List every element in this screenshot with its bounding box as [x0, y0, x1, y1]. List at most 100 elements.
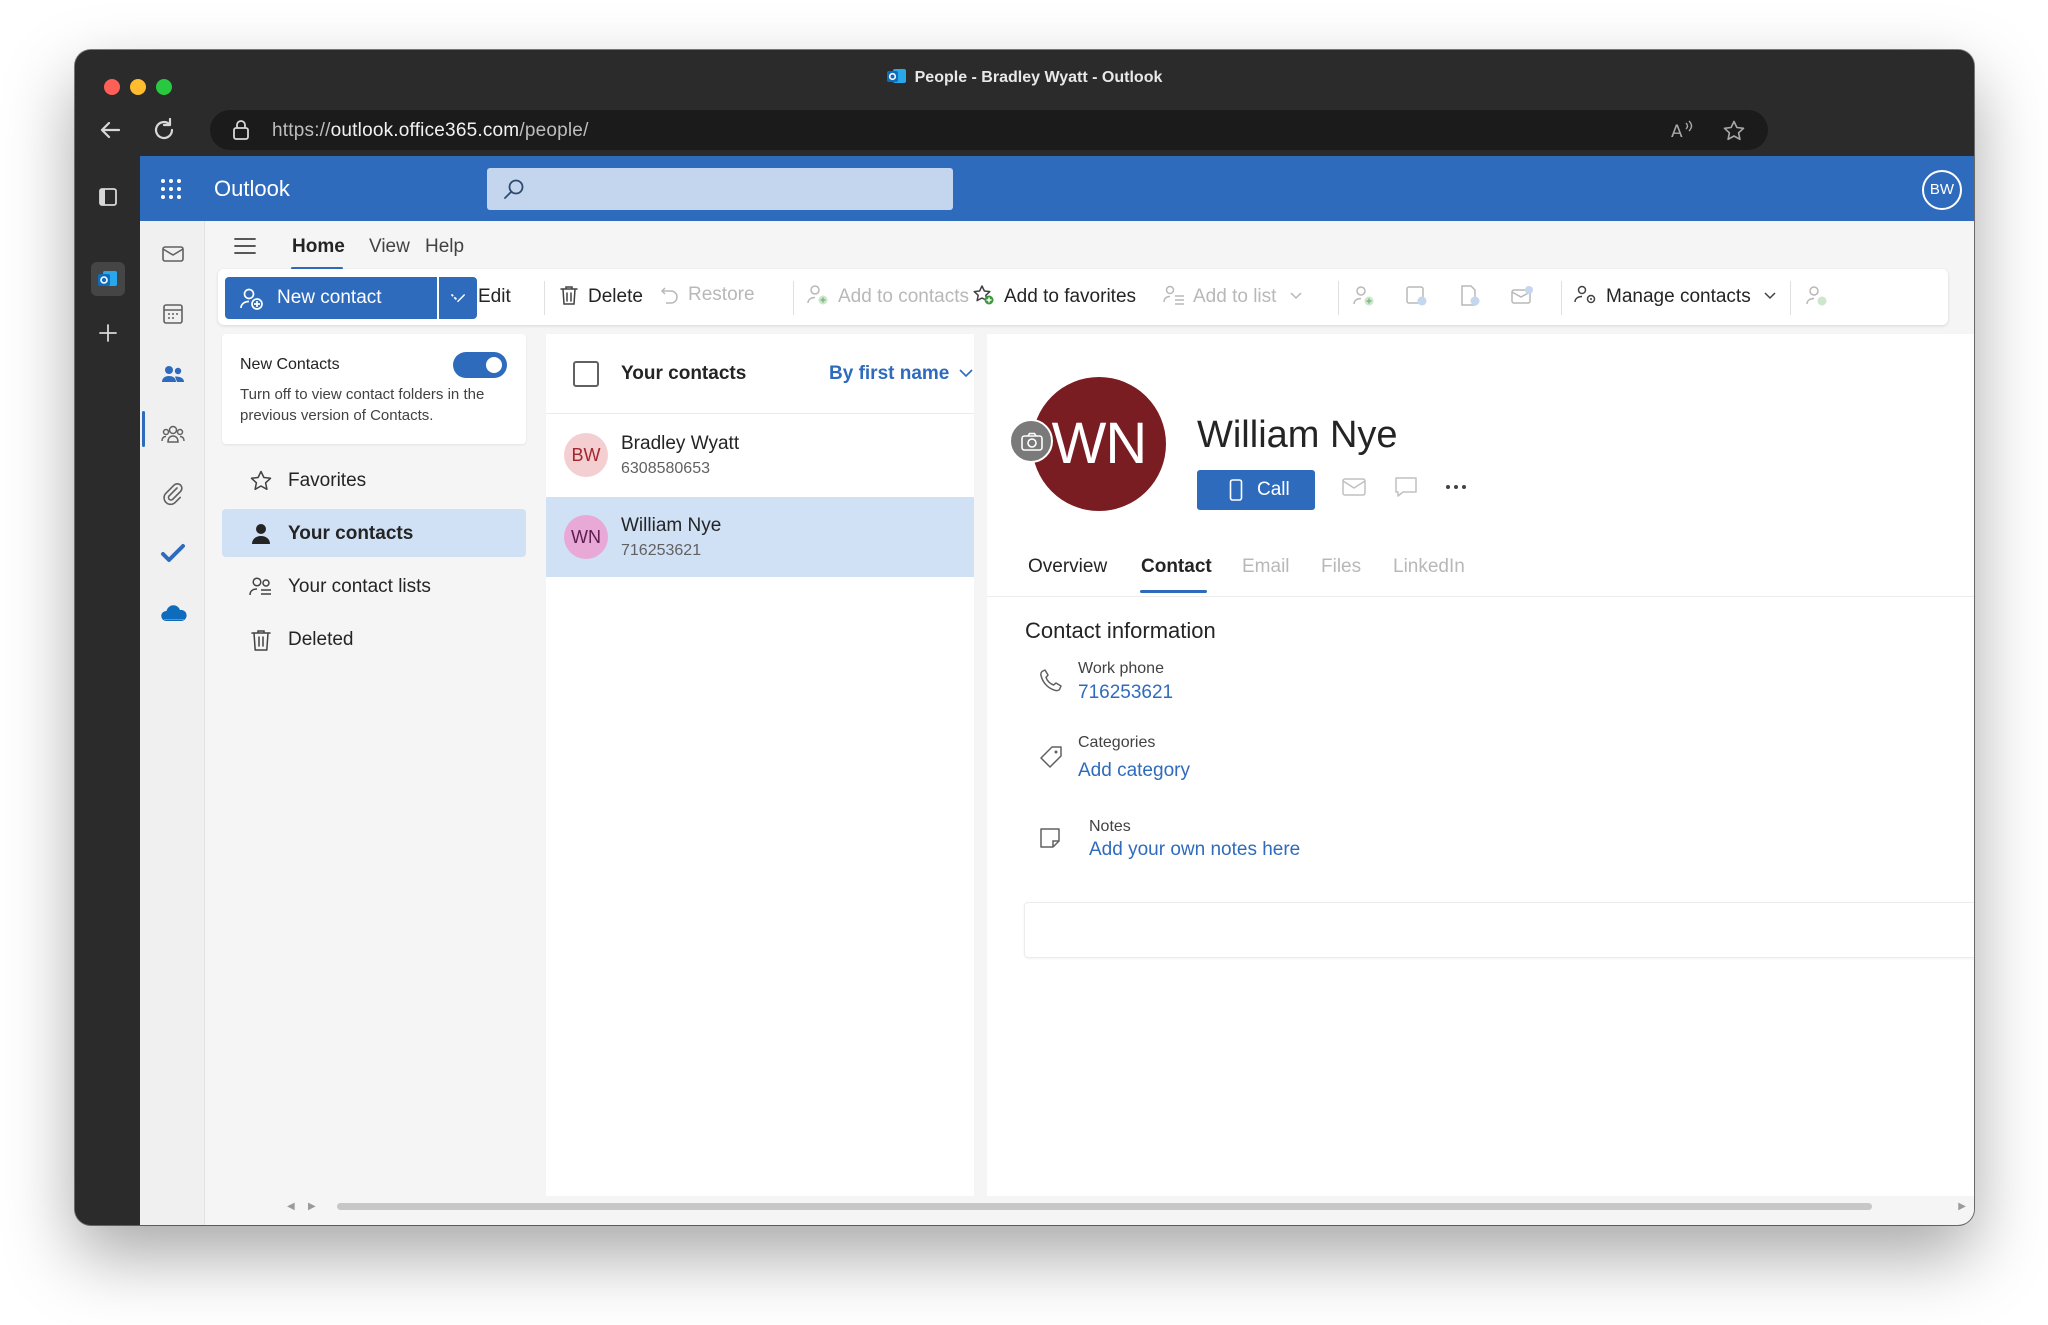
outlook-tab-icon[interactable] [91, 262, 125, 296]
read-aloud-icon[interactable]: A [1670, 119, 1694, 141]
add-person-disabled-icon[interactable] [1351, 284, 1377, 308]
avatar: WN [564, 515, 608, 559]
add-to-contacts-button[interactable]: Add to contacts [806, 284, 969, 308]
mail-icon[interactable] [160, 241, 186, 267]
nav-item-your-contacts[interactable]: Your contacts [222, 509, 526, 557]
people-list-icon [249, 575, 273, 599]
work-phone-link[interactable]: 716253621 [1078, 682, 1173, 704]
search-icon [503, 178, 525, 200]
list-title: Your contacts [621, 363, 747, 384]
scroll-right-icon[interactable]: ▶ [308, 1201, 316, 1212]
tab-email[interactable]: Email [1242, 556, 1290, 578]
account-avatar[interactable]: BW [1922, 170, 1962, 210]
scrollbar-thumb[interactable] [337, 1203, 1872, 1210]
contact-phone: 716253621 [621, 542, 702, 559]
email-disabled-icon[interactable] [1510, 284, 1536, 308]
contact-name: Bradley Wyatt [621, 433, 740, 454]
tab-help[interactable]: Help [425, 236, 464, 258]
ribbon-tabs: Home View Help [205, 221, 1974, 271]
scroll-right-end-icon[interactable]: ▶ [1958, 1201, 1966, 1212]
command-bar: New contact Edit Delete Restore Add to c… [218, 269, 1948, 325]
divider [544, 281, 545, 315]
nav-item-favorites[interactable]: Favorites [222, 456, 526, 504]
new-contacts-toggle[interactable] [453, 352, 507, 378]
app-rail [140, 221, 205, 1225]
chat-disabled-icon[interactable] [1404, 284, 1430, 308]
categories-label: Categories [1078, 734, 1156, 751]
hamburger-menu-icon[interactable] [234, 237, 256, 255]
onedrive-icon[interactable] [160, 601, 187, 627]
tab-actions-icon[interactable] [91, 180, 125, 214]
divider [987, 596, 1974, 597]
horizontal-scrollbar[interactable]: ◀ ▶ ▶ [222, 1196, 1974, 1216]
contact-detail-pane: WN William Nye Call Overview Contact Ema… [987, 334, 1974, 1202]
add-to-list-button[interactable]: Add to list [1163, 284, 1302, 308]
pencil-icon [448, 284, 470, 306]
notes-label: Notes [1089, 818, 1131, 835]
lock-icon [232, 120, 250, 140]
rail-active-indicator [142, 411, 145, 447]
contacts-list: Your contacts By first name BW Bradley W… [546, 334, 974, 1202]
manage-contacts-button[interactable]: Manage contacts [1574, 284, 1776, 308]
search-input[interactable] [487, 168, 953, 210]
people-sync-disabled-icon[interactable] [1804, 284, 1830, 308]
tab-home[interactable]: Home [292, 236, 345, 258]
new-tab-icon[interactable] [91, 316, 125, 350]
chat-icon[interactable] [1394, 476, 1418, 498]
select-all-checkbox[interactable] [573, 361, 599, 387]
contact-row[interactable]: BW Bradley Wyatt 6308580653 [546, 415, 974, 495]
avatar: BW [564, 433, 608, 477]
chevron-down-icon [959, 369, 973, 378]
todo-icon[interactable] [160, 541, 186, 567]
contact-phone: 6308580653 [621, 460, 710, 477]
notes-input[interactable]: Add your own notes here [1089, 839, 1300, 861]
list-header: Your contacts By first name [546, 334, 974, 414]
svg-text:A: A [1671, 122, 1683, 141]
delete-button[interactable]: Delete [558, 284, 643, 308]
restore-button[interactable]: Restore [660, 284, 755, 306]
phone-icon [1039, 668, 1063, 692]
mail-icon[interactable] [1342, 478, 1366, 496]
document-disabled-icon[interactable] [1457, 284, 1483, 308]
tab-view[interactable]: View [369, 236, 410, 258]
title-bar: People - Bradley Wyatt - Outlook [75, 50, 1974, 104]
camera-icon[interactable] [1009, 419, 1053, 463]
divider [793, 281, 794, 315]
favorite-star-icon[interactable] [1722, 119, 1746, 143]
edit-button[interactable]: Edit [448, 284, 511, 308]
more-options-icon[interactable] [1445, 484, 1467, 490]
people-icon[interactable] [160, 361, 186, 387]
tab-contact[interactable]: Contact [1141, 556, 1212, 578]
star-add-icon [972, 284, 996, 306]
browser-window: People - Bradley Wyatt - Outlook https:/… [75, 50, 1974, 1225]
browser-toolbar: https://outlook.office365.com/people/ A [75, 104, 1974, 156]
person-icon [249, 522, 273, 546]
nav-item-deleted[interactable]: Deleted [222, 615, 526, 663]
section-title: Contact information [1025, 618, 1216, 643]
sort-dropdown[interactable]: By first name [829, 363, 973, 385]
tab-overview[interactable]: Overview [1028, 556, 1107, 578]
reload-icon[interactable] [150, 116, 178, 144]
groups-icon[interactable] [160, 421, 186, 447]
add-category-link[interactable]: Add category [1078, 760, 1190, 782]
calendar-icon[interactable] [160, 301, 186, 327]
app-launcher-icon[interactable] [159, 177, 183, 201]
contact-row[interactable]: WN William Nye 716253621 [546, 497, 974, 577]
scroll-left-icon[interactable]: ◀ [287, 1201, 295, 1212]
add-to-favorites-button[interactable]: Add to favorites [972, 284, 1136, 308]
call-button[interactable]: Call [1197, 470, 1315, 510]
url-text: https://outlook.office365.com/people/ [272, 120, 589, 141]
note-icon [1039, 827, 1061, 849]
trash-icon [249, 628, 273, 652]
tab-files[interactable]: Files [1321, 556, 1361, 578]
new-contact-button[interactable]: New contact [225, 277, 437, 319]
divider [1338, 281, 1339, 315]
attachment-icon[interactable] [160, 481, 186, 507]
active-tab-indicator [1140, 590, 1207, 593]
outlook-header: Outlook BW [140, 156, 1974, 221]
tab-linkedin[interactable]: LinkedIn [1393, 556, 1465, 578]
nav-item-your-contact-lists[interactable]: Your contact lists [222, 562, 526, 610]
work-phone-label: Work phone [1078, 660, 1164, 677]
back-icon[interactable] [97, 116, 125, 144]
address-bar[interactable]: https://outlook.office365.com/people/ A [210, 110, 1768, 150]
